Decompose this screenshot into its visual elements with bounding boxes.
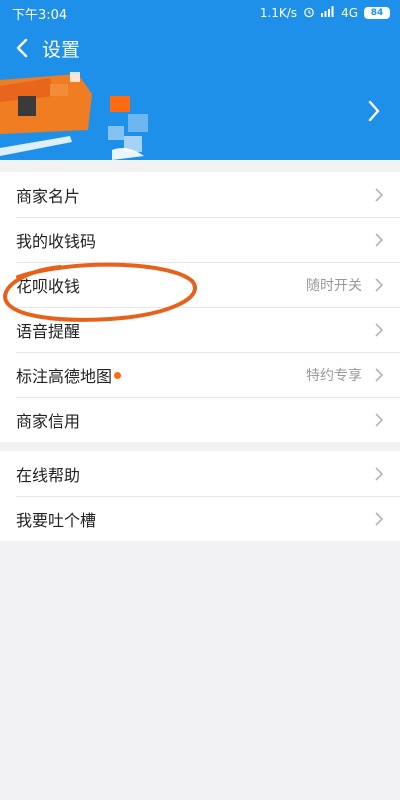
menu-item-value: 随时开关 [306, 277, 362, 294]
chevron-right-icon [362, 96, 386, 126]
chevron-right-icon [372, 509, 386, 529]
menu-item-value: 特约专享 [306, 367, 362, 384]
network-speed: 1.1K/s [259, 6, 298, 20]
battery-icon: 84 [364, 7, 390, 19]
menu-item-merchant-credit[interactable]: 商家信用 [0, 397, 400, 442]
alarm-icon [303, 6, 315, 21]
chevron-right-icon [372, 320, 386, 340]
status-time: 下午3:04 [12, 7, 68, 23]
menu-item-merchant-card[interactable]: 商家名片 [0, 172, 400, 217]
chevron-right-icon [372, 185, 386, 205]
chevron-right-icon [372, 410, 386, 430]
menu-item-huabei[interactable]: 花呗收钱 随时开关 [0, 262, 400, 307]
menu-item-label: 花呗收钱 [16, 276, 81, 296]
back-button[interactable] [2, 30, 42, 66]
chevron-left-icon [16, 38, 28, 58]
menu-item-label: 标注高德地图 [16, 366, 113, 386]
menu-item-amap[interactable]: 标注高德地图 特约专享 [0, 352, 400, 397]
menu-item-label: 在线帮助 [16, 465, 81, 485]
chevron-right-icon [372, 275, 386, 295]
menu-item-label: 我的收钱码 [16, 231, 97, 251]
network-type: 4G [341, 6, 358, 20]
menu-item-label: 商家名片 [16, 186, 81, 206]
menu-item-feedback[interactable]: 我要吐个槽 [0, 496, 400, 541]
settings-group-help: 在线帮助 我要吐个槽 [0, 451, 400, 541]
menu-item-voice-reminder[interactable]: 语音提醒 [0, 307, 400, 352]
menu-item-online-help[interactable]: 在线帮助 [0, 451, 400, 496]
status-indicators: 1.1K/s 4G 84 [260, 6, 390, 21]
new-badge-dot [114, 372, 122, 379]
nav-bar: 设置 [0, 30, 400, 66]
chevron-right-icon [372, 464, 386, 484]
page-title: 设置 [42, 38, 81, 61]
settings-group-main: 商家名片 我的收钱码 花呗收钱 随时开关 语音提醒 标注高德地图 特约专享 商家… [0, 172, 400, 442]
menu-item-label-wrap: 标注高德地图 [16, 363, 306, 387]
profile-card[interactable] [0, 66, 400, 160]
menu-item-label: 我要吐个槽 [16, 510, 97, 530]
menu-item-label: 商家信用 [16, 411, 81, 431]
menu-item-payment-code[interactable]: 我的收钱码 [0, 217, 400, 262]
menu-item-label: 语音提醒 [16, 321, 81, 341]
chevron-right-icon [372, 230, 386, 250]
signal-icon [321, 6, 335, 20]
avatar [0, 72, 148, 160]
chevron-right-icon [372, 365, 386, 385]
status-bar: 下午3:04 1.1K/s 4G 84 [0, 0, 400, 26]
header: 下午3:04 1.1K/s 4G 84 设置 [0, 0, 400, 160]
